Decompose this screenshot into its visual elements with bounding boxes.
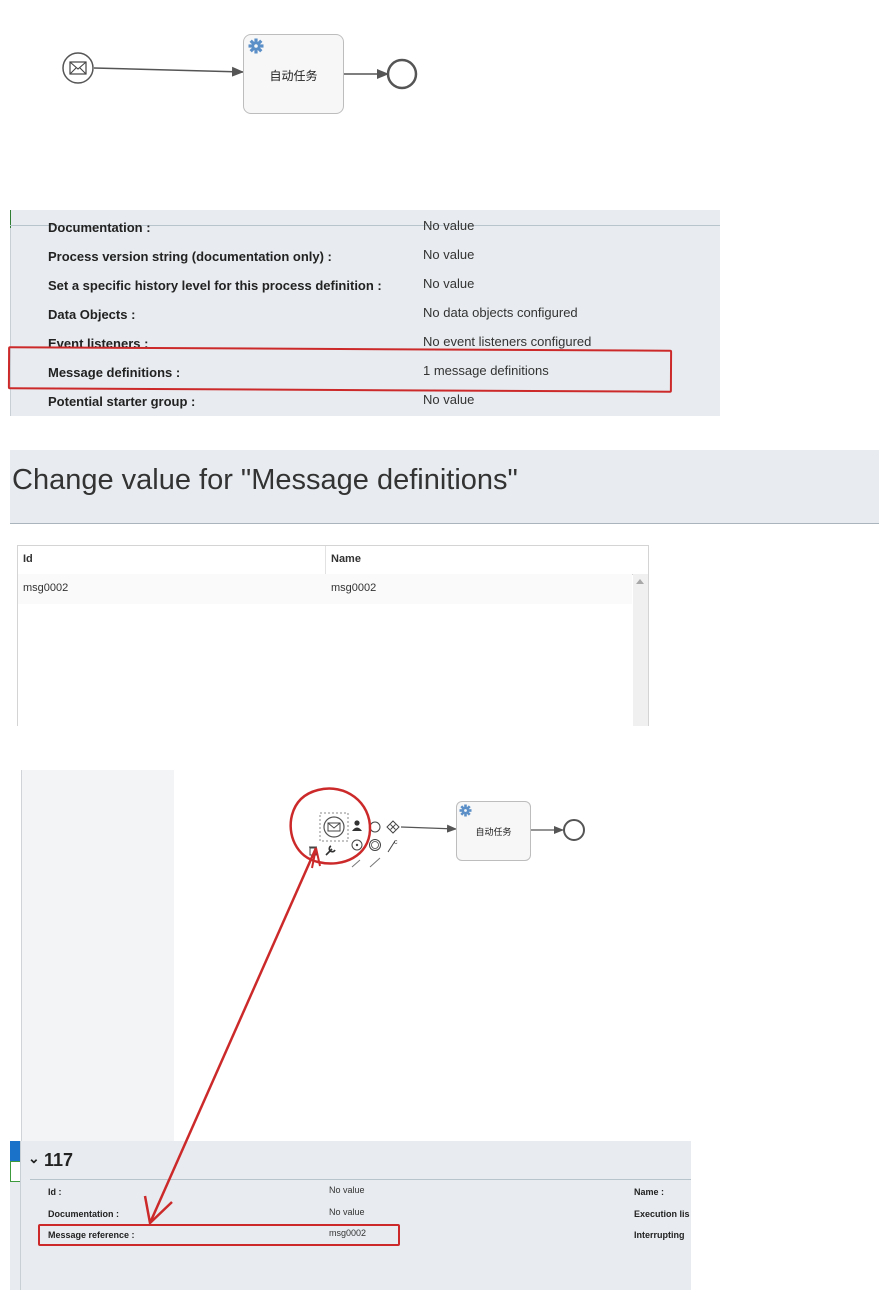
- gear-icon: [459, 804, 472, 817]
- service-task[interactable]: 自动任务: [243, 34, 344, 114]
- property-row-data-objects[interactable]: Data Objects : No data objects configure…: [10, 305, 720, 336]
- task-label: 自动任务: [269, 69, 318, 83]
- cell-name[interactable]: msg0002: [331, 582, 376, 594]
- grid-scrollbar[interactable]: [633, 574, 648, 726]
- element-properties-panel: ⌄ 117 Id : No value Documentation : No v…: [10, 1141, 691, 1290]
- column-header-name[interactable]: Name: [331, 553, 361, 565]
- grid-header: Id Name: [18, 546, 648, 575]
- context-pad: c: [309, 820, 400, 868]
- intermediate-event-icon[interactable]: [369, 821, 381, 833]
- association-tool-icon[interactable]: [369, 857, 381, 868]
- field-value-id[interactable]: No value: [329, 1185, 365, 1195]
- dialog-header: Change value for "Message definitions": [10, 450, 879, 524]
- annotation-icon[interactable]: c: [394, 839, 398, 846]
- field-label-id: Id :: [48, 1187, 62, 1197]
- property-value[interactable]: No event listeners configured: [423, 334, 591, 349]
- timer-event-icon[interactable]: [351, 839, 363, 851]
- wrench-icon[interactable]: [325, 845, 336, 856]
- property-value[interactable]: No data objects configured: [423, 305, 578, 320]
- panel-tab-green: [10, 1161, 20, 1182]
- chevron-down-icon[interactable]: ⌄: [28, 1150, 40, 1167]
- panel-left-border: [20, 1141, 21, 1290]
- user-task-icon[interactable]: [352, 820, 362, 831]
- sequence-flow-1: [400, 824, 457, 833]
- panel-title: 117: [44, 1150, 74, 1170]
- dialog-title: Change value for "Message definitions": [12, 464, 518, 496]
- field-label-name: Name :: [634, 1187, 665, 1197]
- property-row-version[interactable]: Process version string (documentation on…: [10, 247, 720, 278]
- scroll-up-arrow-icon[interactable]: [636, 579, 644, 584]
- top-diagram: 自动任务: [0, 0, 889, 140]
- gateway-icon[interactable]: [386, 820, 400, 834]
- property-value[interactable]: No value: [423, 247, 474, 262]
- field-value-documentation[interactable]: No value: [329, 1207, 365, 1217]
- editor-diagram: c: [309, 812, 585, 868]
- sequence-flow-tool-icon[interactable]: [351, 859, 361, 868]
- field-label-documentation: Documentation :: [48, 1209, 119, 1219]
- property-label: Process version string (documentation on…: [48, 249, 332, 264]
- service-task[interactable]: 自动任务: [456, 801, 531, 861]
- panel-divider: [30, 1179, 691, 1180]
- sequence-flow-1: [93, 66, 244, 77]
- panel-tab-blue: [10, 1141, 20, 1161]
- message-definitions-grid[interactable]: Id Name msg0002 msg0002: [17, 545, 649, 726]
- annotation-highlight-message-reference: [38, 1224, 400, 1246]
- property-row-documentation[interactable]: Documentation : No value: [10, 218, 720, 249]
- task-label: 自动任务: [475, 827, 512, 837]
- property-value[interactable]: No value: [423, 276, 474, 291]
- property-label: Potential starter group :: [48, 394, 196, 409]
- field-label-interrupting: Interrupting: [634, 1230, 685, 1240]
- delete-icon[interactable]: [309, 846, 317, 856]
- table-row[interactable]: msg0002 msg0002: [18, 574, 632, 604]
- property-row-starter-group[interactable]: Potential starter group : No value: [10, 392, 720, 416]
- property-row-history-level[interactable]: Set a specific history level for this pr…: [10, 276, 720, 307]
- end-event[interactable]: [563, 819, 585, 841]
- top-diagram-connectors: [62, 52, 418, 90]
- end-event[interactable]: [386, 58, 418, 90]
- cell-id[interactable]: msg0002: [23, 582, 68, 594]
- property-value[interactable]: No value: [423, 392, 474, 407]
- property-label: Set a specific history level for this pr…: [48, 278, 382, 293]
- gear-icon: [248, 38, 264, 54]
- property-value[interactable]: No value: [423, 218, 474, 233]
- property-label: Data Objects :: [48, 307, 136, 322]
- property-label: Documentation :: [48, 220, 151, 235]
- annotation-highlight-message-definitions: [7, 346, 673, 393]
- column-header-id[interactable]: Id: [23, 553, 33, 565]
- message-start-event[interactable]: [62, 52, 94, 84]
- message-start-event-selected[interactable]: [323, 816, 345, 838]
- field-label-execution-listeners: Execution lis: [634, 1209, 690, 1219]
- end-event-icon[interactable]: [369, 839, 381, 851]
